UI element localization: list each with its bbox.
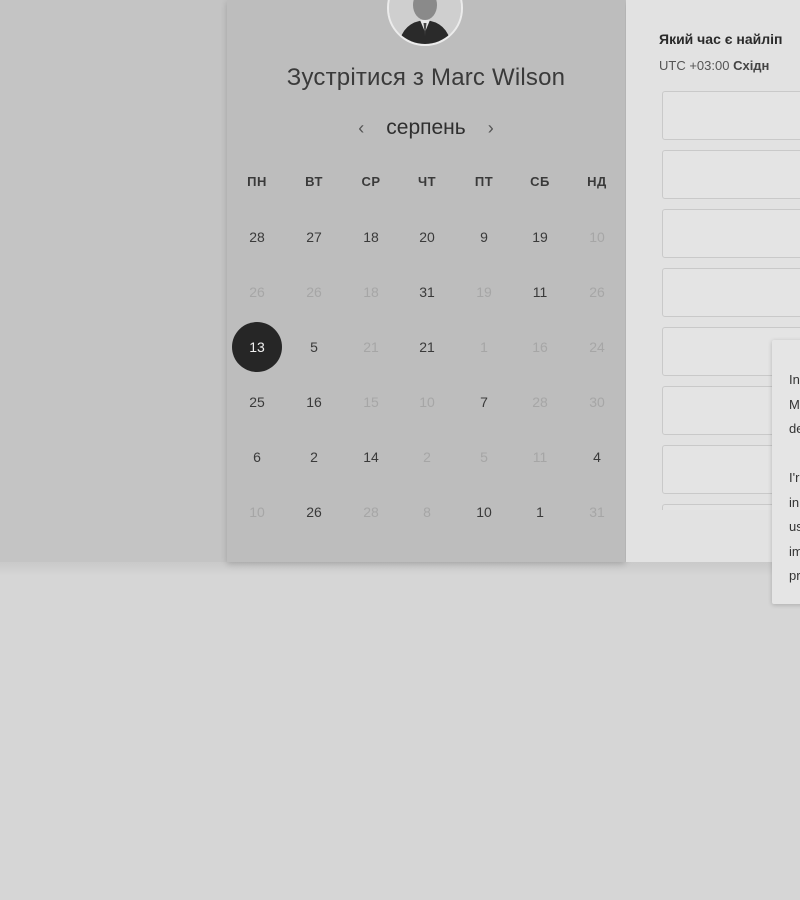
- calendar-day: 10: [589, 229, 605, 245]
- calendar-day[interactable]: 28: [232, 212, 282, 262]
- calendar-day: 2: [423, 449, 431, 465]
- calendar-day-selected[interactable]: 13: [232, 321, 282, 372]
- calendar-day: 10: [249, 504, 265, 520]
- timezone-offset: UTC +03:00: [659, 58, 730, 73]
- weekday-label: СР: [361, 174, 381, 189]
- calendar-day: 30: [589, 394, 605, 410]
- calendar-day[interactable]: 16: [289, 377, 339, 427]
- calendar-day[interactable]: 27: [289, 212, 339, 262]
- calendar-day: 11: [532, 449, 548, 465]
- month-label: серпень: [386, 116, 466, 139]
- timezone-label[interactable]: UTC +03:00 Східн: [659, 58, 769, 73]
- calendar-day: 8: [423, 504, 431, 520]
- chevron-left-icon[interactable]: ‹: [356, 119, 366, 137]
- calendar-day: 1: [480, 339, 488, 355]
- calendar-day[interactable]: 14: [346, 432, 396, 482]
- calendar-day[interactable]: 19: [515, 212, 565, 262]
- weekday-header: ПН ВТ СР ЧТ ПТ СБ НД: [229, 174, 625, 194]
- calendar-day: 28: [363, 504, 379, 520]
- popover-text-line: M: [789, 397, 800, 412]
- calendar-day: 16: [532, 339, 548, 355]
- calendar-day: 18: [363, 284, 379, 300]
- band-shadow: [0, 562, 800, 576]
- calendar-day: 21: [363, 339, 379, 355]
- calendar-day: 26: [306, 284, 322, 300]
- time-heading: Який час є найліп: [659, 31, 783, 47]
- calendar-day: 24: [589, 339, 605, 355]
- calendar-day[interactable]: 6: [232, 432, 282, 482]
- time-slot-button[interactable]: [662, 91, 800, 140]
- popover-text-line: in: [789, 495, 800, 510]
- timezone-name: Східн: [733, 58, 770, 73]
- calendar-day: 26: [249, 284, 265, 300]
- weekday-label: ЧТ: [417, 174, 437, 189]
- popover-text-line: I'r: [789, 470, 800, 485]
- calendar-day[interactable]: 25: [232, 377, 282, 427]
- weekday-label: СБ: [530, 174, 550, 189]
- weekday-label: НД: [587, 174, 607, 189]
- month-navigation: ‹ серпень ›: [227, 113, 625, 143]
- time-slot-button[interactable]: [662, 209, 800, 258]
- calendar-day: 26: [589, 284, 605, 300]
- calendar-day[interactable]: 5: [289, 322, 339, 372]
- time-slot-button[interactable]: [662, 268, 800, 317]
- chevron-right-icon[interactable]: ›: [486, 119, 496, 137]
- calendar-day: 19: [476, 284, 492, 300]
- calendar-day[interactable]: 7: [459, 377, 509, 427]
- popover-text-line: de: [789, 421, 800, 436]
- calendar-day[interactable]: 1: [515, 487, 565, 537]
- calendar-day[interactable]: 21: [402, 322, 452, 372]
- calendar-day[interactable]: 10: [459, 487, 509, 537]
- weekday-label: ПН: [247, 174, 267, 189]
- calendar-day: 31: [589, 504, 605, 520]
- calendar-day: 5: [480, 449, 488, 465]
- calendar-day: 28: [532, 394, 548, 410]
- popover-text-line: us: [789, 519, 800, 534]
- calendar-day[interactable]: 9: [459, 212, 509, 262]
- calendar-day: 15: [363, 394, 379, 410]
- weekday-label: ВТ: [305, 174, 323, 189]
- calendar-day[interactable]: 18: [346, 212, 396, 262]
- popover-text-line: im: [789, 544, 800, 559]
- info-popover: In Mde I'r in us im pr: [772, 340, 800, 604]
- calendar-day[interactable]: 31: [402, 267, 452, 317]
- weekday-label: ПТ: [474, 174, 494, 189]
- calendar-day[interactable]: 20: [402, 212, 452, 262]
- calendar-day[interactable]: 2: [289, 432, 339, 482]
- time-slot-button[interactable]: [662, 150, 800, 199]
- calendar-day[interactable]: 4: [572, 432, 622, 482]
- popover-text-line: In: [789, 372, 800, 387]
- popover-text-line: pr: [789, 568, 800, 583]
- host-title: Зустрітися з Marc Wilson: [286, 64, 566, 91]
- calendar-day[interactable]: 26: [289, 487, 339, 537]
- calendar-day: 10: [419, 394, 435, 410]
- calendar-day[interactable]: 11: [515, 267, 565, 317]
